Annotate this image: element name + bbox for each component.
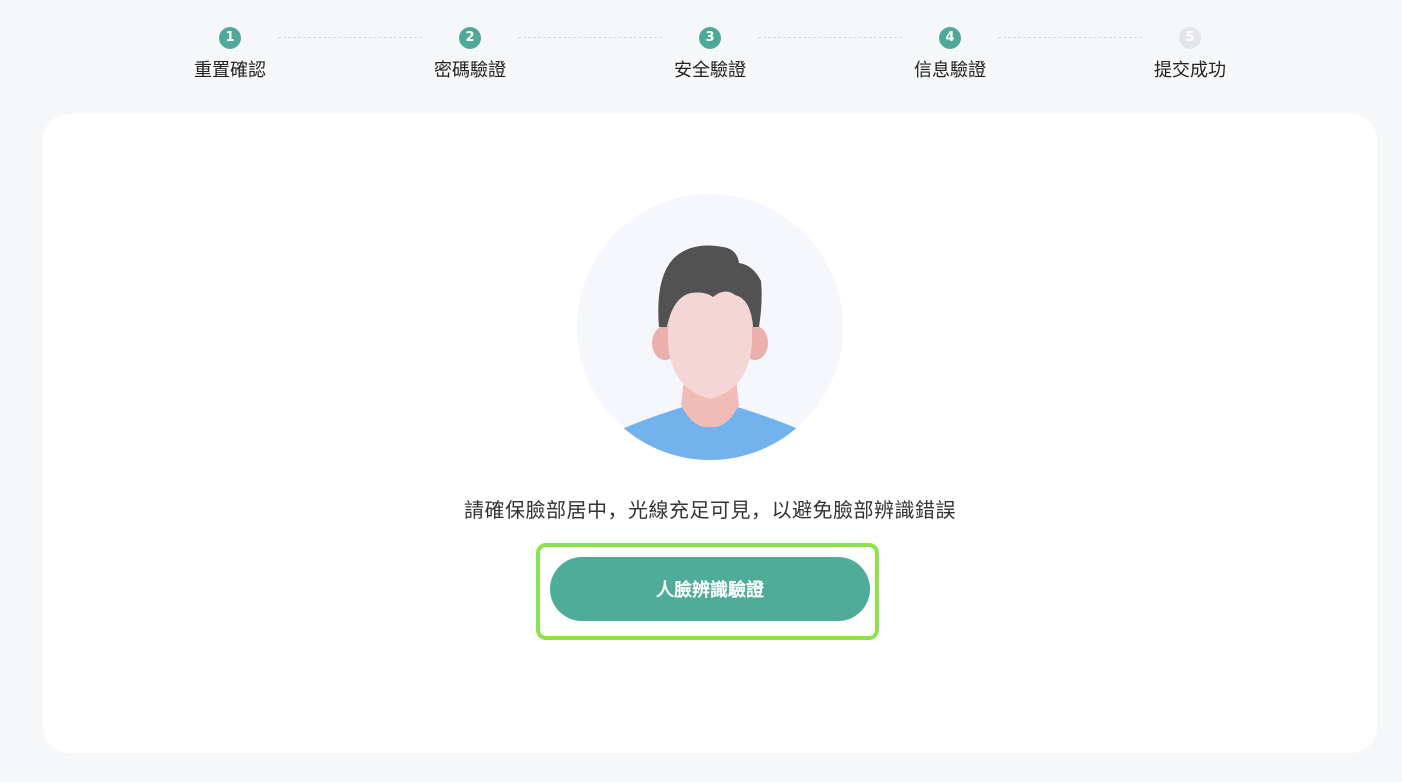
- step-5-number: 5: [1179, 27, 1201, 49]
- step-4-number: 4: [939, 27, 961, 49]
- step-1-number: 1: [219, 27, 241, 49]
- step-connector: [998, 37, 1142, 38]
- step-2-number: 2: [459, 27, 481, 49]
- face-verification-card: 請確保臉部居中，光線充足可見，以避免臉部辨識錯誤 人臉辨識驗證: [43, 114, 1377, 753]
- progress-stepper: 1 重置確認 2 密碼驗證 3 安全驗證 4 信息驗證 5 提交成功: [0, 0, 1402, 110]
- step-connector: [278, 37, 422, 38]
- step-5: 5 提交成功: [1130, 27, 1250, 82]
- page: 1 重置確認 2 密碼驗證 3 安全驗證 4 信息驗證 5 提交成功 請確保臉部…: [0, 0, 1402, 782]
- step-connector: [758, 37, 902, 38]
- face-position-hint: 請確保臉部居中，光線充足可見，以避免臉部辨識錯誤: [464, 498, 956, 522]
- person-face-icon: [577, 194, 843, 460]
- step-4-label: 信息驗證: [914, 60, 986, 81]
- step-1: 1 重置確認: [170, 27, 290, 82]
- step-4: 4 信息驗證: [890, 27, 1010, 82]
- step-5-label: 提交成功: [1154, 60, 1226, 81]
- step-3-label: 安全驗證: [674, 60, 746, 81]
- step-connector: [518, 37, 662, 38]
- step-3-number: 3: [699, 27, 721, 49]
- step-2-label: 密碼驗證: [434, 60, 506, 81]
- face-verification-button[interactable]: 人臉辨識驗證: [550, 557, 870, 621]
- step-2: 2 密碼驗證: [410, 27, 530, 82]
- step-1-label: 重置確認: [194, 60, 266, 81]
- step-3: 3 安全驗證: [650, 27, 770, 82]
